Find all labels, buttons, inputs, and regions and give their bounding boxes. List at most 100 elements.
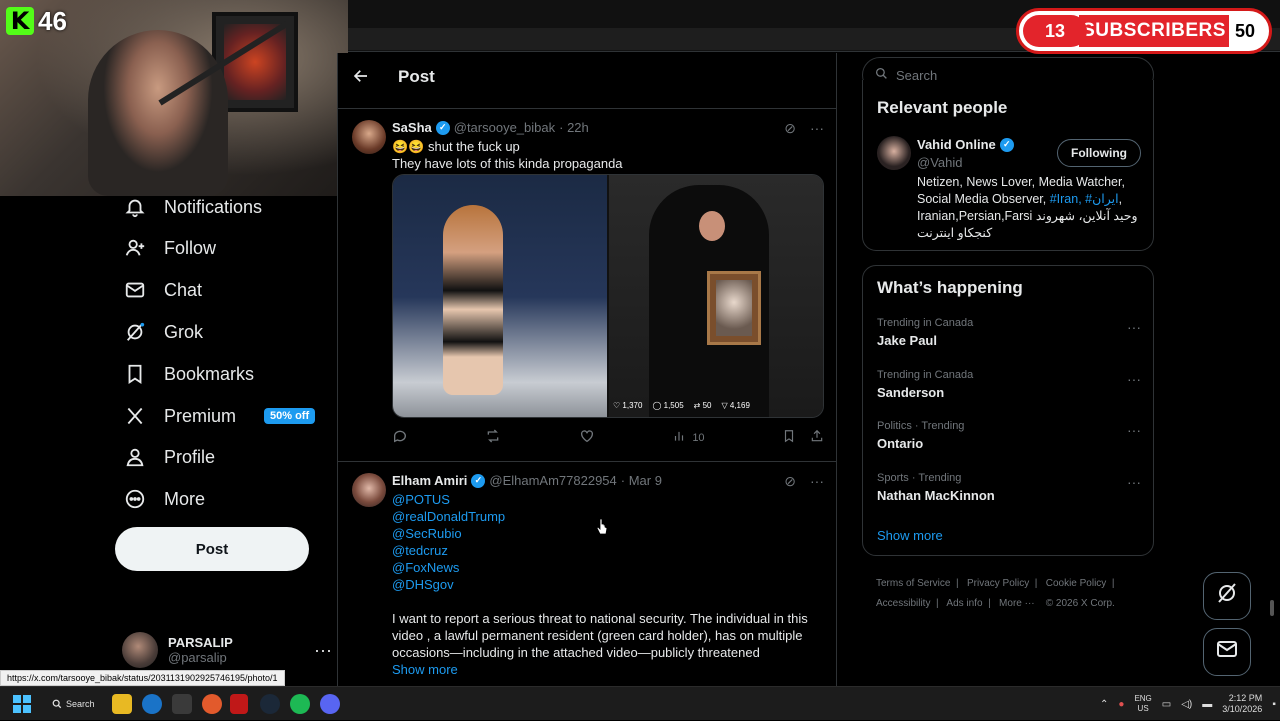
copyright: © 2026 X Corp. xyxy=(1045,598,1115,609)
nav-item-profile[interactable]: Profile xyxy=(122,436,215,478)
mention-link[interactable]: @tedcruz xyxy=(392,542,812,559)
hashtag-link[interactable]: #Iran, #ایران xyxy=(1050,192,1119,206)
avatar[interactable] xyxy=(877,136,911,170)
nav-label: Chat xyxy=(164,279,203,300)
nav-item-follow[interactable]: Follow xyxy=(122,227,216,269)
more-dots-icon[interactable]: ··· xyxy=(810,473,824,490)
following-button[interactable]: Following xyxy=(1057,139,1141,167)
battery-icon[interactable]: ▬ xyxy=(1202,699,1212,710)
media-image-1[interactable] xyxy=(393,175,607,417)
tweet-time[interactable]: · 22h xyxy=(559,120,589,135)
grok-icon[interactable]: ⊘ xyxy=(784,473,796,490)
trend-item[interactable]: Trending in Canada Jake Paul ··· xyxy=(877,317,1141,348)
grok-icon[interactable]: ⊘ xyxy=(784,120,796,137)
footer-link[interactable]: Privacy Policy xyxy=(967,578,1029,589)
mention-link[interactable]: @FoxNews xyxy=(392,559,812,576)
more-dots-icon[interactable]: ··· xyxy=(1127,422,1141,438)
person-handle[interactable]: @Vahid xyxy=(917,155,962,170)
author-handle[interactable]: @tarsooye_bibak xyxy=(454,120,555,135)
scrollbar[interactable] xyxy=(1270,100,1274,620)
author-name[interactable]: SaSha xyxy=(392,120,432,135)
trend-item[interactable]: Politics · Trending Ontario ··· xyxy=(877,420,1141,451)
grok-fab-button[interactable] xyxy=(1203,572,1251,620)
notification-bell-icon[interactable]: ▪ xyxy=(1272,699,1276,710)
subscriber-goal-badge: SUBSCRIBERS 13 50 xyxy=(1016,8,1272,54)
person-icon xyxy=(122,444,148,470)
views-count[interactable]: 10 xyxy=(672,428,705,447)
show-more-link[interactable]: Show more xyxy=(877,528,943,543)
envelope-icon xyxy=(1215,637,1239,667)
trend-topic: Sanderson xyxy=(877,385,945,400)
edge-browser-icon[interactable] xyxy=(142,694,162,714)
person-name[interactable]: Vahid Online ✓ xyxy=(917,137,1014,152)
discord-icon[interactable] xyxy=(320,694,340,714)
avatar[interactable] xyxy=(352,120,386,154)
more-dots-icon[interactable]: ··· xyxy=(810,120,824,137)
media-image-2[interactable] xyxy=(609,175,823,417)
tweet-sasha[interactable]: SaSha ✓ @tarsooye_bibak · 22h ⊘ ··· 😆😆 s… xyxy=(338,120,836,460)
reply-icon[interactable] xyxy=(392,428,408,447)
file-explorer-icon[interactable] xyxy=(112,694,132,714)
bookmark-icon[interactable] xyxy=(782,428,796,447)
post-button[interactable]: Post xyxy=(115,527,309,571)
app-icon[interactable] xyxy=(230,694,248,714)
account-switcher[interactable]: PARSALIP @parsalip ··· xyxy=(122,628,332,672)
mention-link[interactable]: @DHSgov xyxy=(392,576,812,593)
tweet-elham[interactable]: Elham Amiri ✓ @ElhamAm77822954 · Mar 9 ⊘… xyxy=(338,473,836,686)
nav-label: Follow xyxy=(164,237,217,258)
back-arrow-icon[interactable] xyxy=(352,67,370,91)
windows-start-icon[interactable] xyxy=(12,694,32,714)
footer-link[interactable]: More ··· xyxy=(999,598,1035,609)
footer-link[interactable]: Terms of Service xyxy=(876,578,950,589)
person-name-text: Vahid Online xyxy=(917,137,996,152)
taskbar-search-label: Search xyxy=(66,699,95,709)
more-dots-icon[interactable]: ··· xyxy=(1127,474,1141,490)
grok-icon xyxy=(1215,581,1239,611)
taskbar-search[interactable]: Search xyxy=(44,692,100,716)
nav-item-notifications[interactable]: Notifications xyxy=(122,186,262,228)
tweet-media[interactable]: ♡ 1,370 ◯ 1,505 ⇄ 50 ▽ 4,169 xyxy=(392,174,824,418)
tweet-time[interactable]: · Mar 9 xyxy=(621,473,662,488)
trend-item[interactable]: Trending in Canada Sanderson ··· xyxy=(877,369,1141,400)
avatar[interactable] xyxy=(352,473,386,507)
clock-date: 3/10/2026 xyxy=(1222,704,1263,714)
analytics-icon xyxy=(672,429,686,446)
bell-icon xyxy=(122,194,148,220)
footer-link[interactable]: Ads info xyxy=(946,598,982,609)
more-dots-icon[interactable]: ··· xyxy=(314,640,332,661)
nav-item-chat[interactable]: Chat xyxy=(122,269,202,311)
tweet-actions: 10 xyxy=(392,428,824,447)
share-icon[interactable] xyxy=(810,428,824,447)
account-name: PARSALIP xyxy=(168,635,233,650)
language-indicator[interactable]: ENG US xyxy=(1134,694,1151,714)
store-icon[interactable] xyxy=(172,694,192,714)
footer-link[interactable]: Accessibility xyxy=(876,598,930,609)
tweet-line: shut the fuck up xyxy=(428,139,520,154)
nav-item-premium[interactable]: Premium 50% off xyxy=(122,395,316,437)
nav-item-grok[interactable]: Grok xyxy=(122,311,203,353)
author-name[interactable]: Elham Amiri xyxy=(392,473,467,488)
clock[interactable]: 2:12 PM 3/10/2026 xyxy=(1222,693,1262,715)
nav-label: Profile xyxy=(164,446,216,467)
clock-time: 2:12 PM xyxy=(1228,693,1263,703)
messages-fab-button[interactable] xyxy=(1203,628,1251,676)
mention-link[interactable]: @POTUS xyxy=(392,491,812,508)
volume-icon[interactable]: ◁) xyxy=(1181,699,1192,710)
show-more-link[interactable]: Show more xyxy=(392,662,458,677)
spotify-icon[interactable] xyxy=(290,694,310,714)
firefox-icon[interactable] xyxy=(202,694,222,714)
footer-link[interactable]: Cookie Policy xyxy=(1046,578,1107,589)
nav-item-more[interactable]: More xyxy=(122,478,205,520)
more-dots-icon[interactable]: ··· xyxy=(1127,319,1141,335)
like-icon[interactable] xyxy=(579,428,595,447)
chevron-up-icon[interactable]: ⌃ xyxy=(1100,699,1108,710)
microphone-icon[interactable]: ● xyxy=(1118,699,1124,710)
nav-item-bookmarks[interactable]: Bookmarks xyxy=(122,353,254,395)
more-dots-icon[interactable]: ··· xyxy=(1127,371,1141,387)
author-handle[interactable]: @ElhamAm77822954 xyxy=(489,473,616,488)
repost-icon[interactable] xyxy=(485,428,501,447)
network-icon[interactable]: ▭ xyxy=(1162,699,1171,710)
trend-item[interactable]: Sports · Trending Nathan MacKinnon ··· xyxy=(877,472,1141,503)
steam-icon[interactable] xyxy=(260,694,280,714)
status-bar-url: https://x.com/tarsooye_bibak/status/2031… xyxy=(0,670,285,686)
